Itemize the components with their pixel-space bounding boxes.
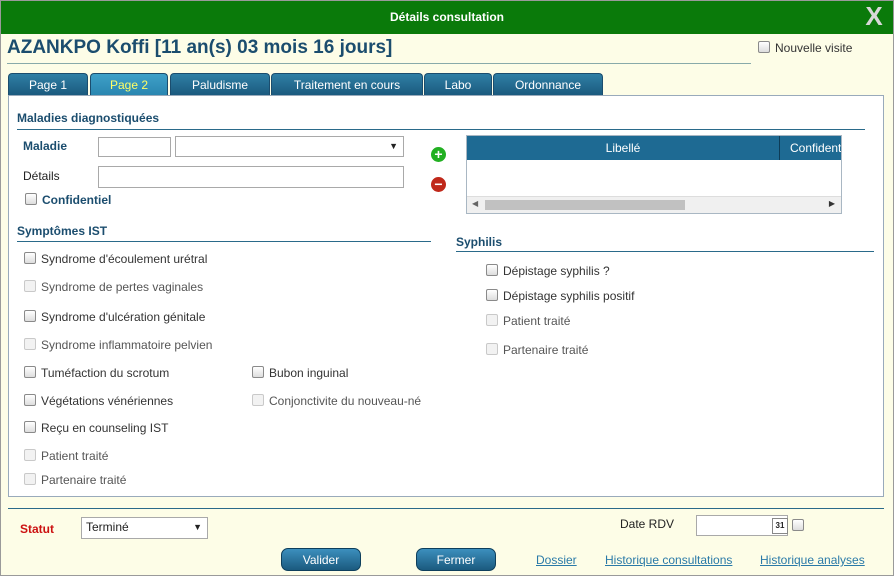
details-input[interactable] (98, 166, 404, 188)
tab-labo[interactable]: Labo (424, 73, 492, 95)
maladie-select[interactable]: ▼ (175, 136, 404, 157)
fermer-button[interactable]: Fermer (416, 548, 496, 571)
syphilis-item: Partenaire traité (486, 343, 588, 357)
valider-button[interactable]: Valider (281, 548, 361, 571)
dialog-titlebar: Détails consultation X (1, 1, 893, 34)
scrollbar-thumb[interactable] (485, 200, 685, 210)
maladie-label: Maladie (23, 139, 68, 153)
symptome-item: Patient traité (24, 449, 108, 463)
consultation-dialog: Détails consultation X AZANKPO Koffi [11… (0, 0, 894, 576)
maladies-grid: Libellé Confident ◀ ▶ (466, 135, 842, 214)
add-icon[interactable]: + (431, 147, 446, 162)
remove-icon[interactable]: − (431, 177, 446, 192)
symptome-item[interactable]: Syndrome d'écoulement urétral (24, 252, 207, 266)
symptome-checkbox[interactable] (24, 366, 36, 378)
symptome-item: Partenaire traité (24, 473, 126, 487)
grid-header-libelle[interactable]: Libellé (467, 136, 780, 160)
maladies-divider (17, 129, 865, 130)
statut-select[interactable]: Terminé ▼ (81, 517, 208, 539)
syphilis-item: Patient traité (486, 314, 570, 328)
symptome-item: Syndrome inflammatoire pelvien (24, 338, 212, 352)
symptome-checkbox[interactable] (24, 421, 36, 433)
symptome-checkbox (24, 473, 36, 485)
statut-label: Statut (20, 522, 54, 536)
maladie-code-input[interactable] (98, 137, 171, 157)
patient-divider (7, 63, 751, 64)
historique-consultations-link[interactable]: Historique consultations (605, 553, 732, 567)
calendar-icon[interactable]: 31 (772, 518, 788, 534)
dossier-link[interactable]: Dossier (536, 553, 577, 567)
symptomes-section-title: Symptômes IST (17, 224, 108, 238)
syphilis-item[interactable]: Dépistage syphilis ? (486, 264, 610, 278)
symptome-item: Conjonctivite du nouveau-né (252, 394, 421, 408)
syphilis-checkbox[interactable] (486, 264, 498, 276)
dialog-title: Détails consultation (389, 10, 505, 24)
patient-name: AZANKPO Koffi [11 an(s) 03 mois 16 jours… (7, 37, 393, 58)
symptome-checkbox (24, 280, 36, 292)
symptome-checkbox (252, 394, 264, 406)
syphilis-checkbox[interactable] (486, 289, 498, 301)
tab-ordonnance[interactable]: Ordonnance (493, 73, 603, 95)
nouvelle-visite-label: Nouvelle visite (775, 41, 853, 55)
maladies-section-title: Maladies diagnostiquées (17, 111, 160, 125)
syphilis-checkbox (486, 314, 498, 326)
confidentiel-option[interactable]: Confidentiel (25, 193, 111, 207)
footer-divider (8, 508, 884, 509)
symptome-checkbox[interactable] (24, 394, 36, 406)
grid-scrollbar[interactable]: ◀ ▶ (467, 196, 841, 213)
symptome-item: Syndrome de pertes vaginales (24, 280, 203, 294)
chevron-down-icon: ▼ (389, 141, 398, 151)
symptome-item[interactable]: Végétations vénériennes (24, 394, 173, 408)
symptome-checkbox (24, 338, 36, 350)
symptome-checkbox[interactable] (252, 366, 264, 378)
tab-page-1[interactable]: Page 1 (8, 73, 88, 95)
historique-analyses-link[interactable]: Historique analyses (760, 553, 865, 567)
symptome-checkbox[interactable] (24, 310, 36, 322)
syphilis-checkbox (486, 343, 498, 355)
syphilis-section-title: Syphilis (456, 235, 503, 249)
confidentiel-checkbox[interactable] (25, 193, 37, 205)
symptome-item[interactable]: Bubon inguinal (252, 366, 348, 380)
nouvelle-visite-checkbox[interactable] (758, 41, 770, 53)
symptome-checkbox[interactable] (24, 252, 36, 264)
scroll-left-icon[interactable]: ◀ (472, 199, 478, 208)
symptomes-divider (17, 241, 431, 242)
tab-traitement-en-cours[interactable]: Traitement en cours (271, 73, 423, 95)
syphilis-divider (456, 251, 874, 252)
scroll-right-icon[interactable]: ▶ (829, 199, 835, 208)
nouvelle-visite-option[interactable]: Nouvelle visite (758, 41, 852, 55)
statut-value: Terminé (86, 520, 129, 534)
details-label: Détails (23, 169, 60, 183)
syphilis-item[interactable]: Dépistage syphilis positif (486, 289, 634, 303)
date-rdv-label: Date RDV (620, 517, 675, 531)
confidentiel-label: Confidentiel (42, 193, 112, 207)
symptome-item[interactable]: Reçu en counseling IST (24, 421, 168, 435)
symptome-checkbox (24, 449, 36, 461)
symptome-item[interactable]: Syndrome d'ulcération génitale (24, 310, 205, 324)
date-rdv-checkbox[interactable] (792, 519, 804, 531)
tab-paludisme[interactable]: Paludisme (170, 73, 270, 95)
grid-header-confidentiel[interactable]: Confident (780, 136, 841, 160)
chevron-down-icon: ▼ (193, 522, 202, 532)
symptome-item[interactable]: Tuméfaction du scrotum (24, 366, 169, 380)
tab-page-2[interactable]: Page 2 (90, 73, 168, 95)
close-icon[interactable]: X (863, 3, 885, 29)
